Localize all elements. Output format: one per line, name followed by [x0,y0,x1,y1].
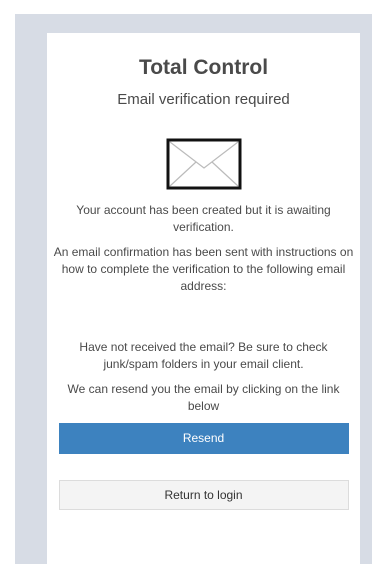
page-subtitle: Email verification required [117,91,290,108]
email-address [52,295,355,327]
envelope-icon [166,138,242,190]
email-sent-message: An email confirmation has been sent with… [53,245,354,293]
account-created-message: Your account has been created but it is … [76,203,331,234]
return-to-login-button[interactable]: Return to login [58,480,349,510]
not-received-message: Have not received the email? Be sure to … [79,340,328,371]
app-title: Total Control [138,56,269,79]
resend-hint-message: We can resend you the email by clicking … [67,382,340,413]
resend-button[interactable]: Resend [58,423,349,454]
verification-card: Total Control Email verification require… [47,33,360,564]
